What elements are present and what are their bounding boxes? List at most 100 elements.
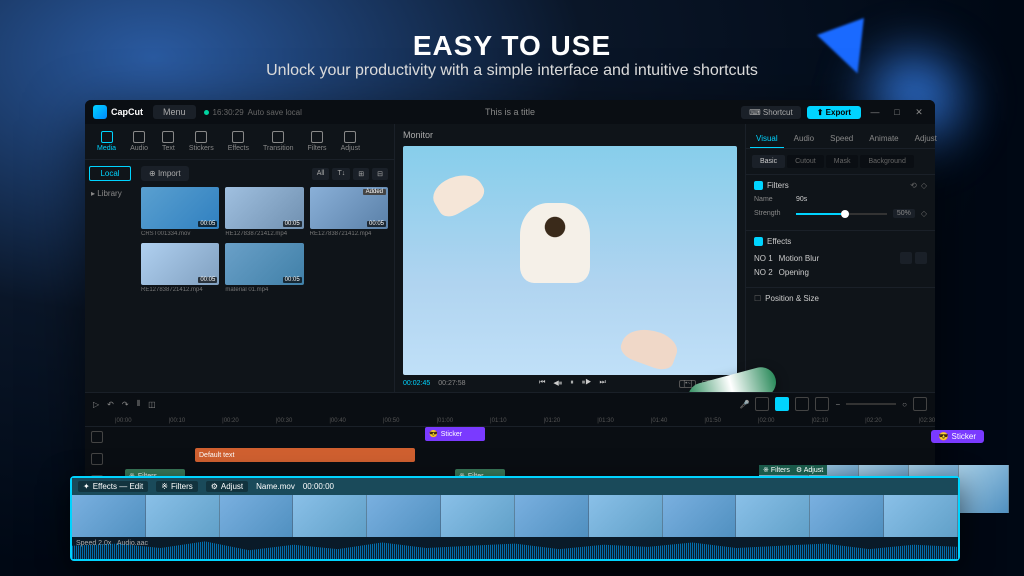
next-button[interactable]: ⏭ xyxy=(600,379,606,388)
hero-title: EASY TO USE xyxy=(413,30,611,62)
tl-option-4[interactable] xyxy=(815,397,829,411)
tab-text[interactable]: Text xyxy=(156,128,181,155)
redo-button[interactable]: ↷ xyxy=(122,400,129,409)
undo-button[interactable]: ↶ xyxy=(107,400,114,409)
tl-option-3[interactable] xyxy=(795,397,809,411)
menu-button[interactable]: Menu xyxy=(153,105,196,119)
split-tool[interactable]: ⦀ xyxy=(137,399,141,409)
monitor-panel: Monitor 00:02:45 00:27:58 ⏮ ◀⏸ ⏸ ⏸▶ ⏭ [• xyxy=(395,124,745,392)
media-icon xyxy=(101,131,113,143)
overlay-filters[interactable]: ※ Filters xyxy=(156,481,197,492)
tab-stickers[interactable]: Stickers xyxy=(183,128,220,155)
edit-icon[interactable] xyxy=(900,252,912,264)
autosave-text: Auto save local xyxy=(248,108,302,117)
time-current: 00:02:45 xyxy=(403,380,430,387)
tab-audio[interactable]: Audio xyxy=(124,128,154,155)
media-clip[interactable]: 00:05RE127838721412.mp4 xyxy=(141,243,219,293)
keyframe-icon[interactable]: ◇ xyxy=(921,181,927,190)
external-sticker-clip[interactable]: 😎 Sticker xyxy=(931,430,984,443)
select-tool[interactable]: ▷ xyxy=(93,400,99,409)
props-tab-audio[interactable]: Audio xyxy=(788,130,820,148)
zoom-in[interactable]: ○ xyxy=(902,400,907,409)
subtab-cutout[interactable]: Cutout xyxy=(787,155,824,168)
media-panel: Media Audio Text Stickers Effects Transi… xyxy=(85,124,395,392)
export-button[interactable]: ⬆ Export xyxy=(807,106,861,119)
media-clip[interactable]: Added00:05RE127838721412.mp4 xyxy=(310,187,388,237)
zoom-out[interactable]: − xyxy=(835,400,840,409)
strength-slider[interactable] xyxy=(796,213,887,215)
overlay-frames[interactable] xyxy=(72,495,958,537)
chip-all[interactable]: All xyxy=(312,168,330,180)
close-button[interactable]: ✕ xyxy=(911,107,927,118)
props-tab-adjust[interactable]: Adjust xyxy=(909,130,943,148)
ext-strip-header: ※ Filters ⚙ Adjust xyxy=(759,465,827,475)
crop-tool[interactable]: ◫ xyxy=(148,400,156,409)
autosave-status: 16:30:29 Auto save local xyxy=(204,108,302,117)
timeline-right-tools: 🎤 − ○ xyxy=(740,397,927,411)
media-clip[interactable]: 00:05CRST001334.mov xyxy=(141,187,219,237)
import-button[interactable]: ⊕ Import xyxy=(141,166,189,181)
subtab-basic[interactable]: Basic xyxy=(752,155,785,168)
monitor-preview[interactable] xyxy=(403,146,737,375)
subtab-mask[interactable]: Mask xyxy=(826,155,859,168)
step-back-button[interactable]: ◀⏸ xyxy=(553,379,562,388)
chip-grid[interactable]: ⊞ xyxy=(353,168,369,180)
text-clip[interactable]: Default text xyxy=(195,448,415,462)
tab-media[interactable]: Media xyxy=(91,128,122,155)
tab-effects[interactable]: Effects xyxy=(222,128,255,155)
shortcut-button[interactable]: ⌨ Shortcut xyxy=(741,106,801,119)
tab-transition[interactable]: Transition xyxy=(257,128,299,155)
strength-value[interactable]: 50% xyxy=(893,209,915,218)
effect-no: NO 1 xyxy=(754,254,773,263)
sticker-track-icon[interactable] xyxy=(91,431,103,443)
time-total: 00:27:58 xyxy=(438,380,465,387)
tab-adjust[interactable]: Adjust xyxy=(335,128,366,155)
timeline-ruler[interactable]: |00:00|00:10|00:20|00:30|00:40|00:50|01:… xyxy=(85,415,935,427)
overlay-adjust[interactable]: ⚙ Adjust xyxy=(206,481,248,492)
position-section: ☐Position & Size xyxy=(746,287,935,315)
app-logo: CapCut xyxy=(93,105,143,119)
adjust-icon xyxy=(344,131,356,143)
keyframe-icon[interactable]: ◇ xyxy=(921,209,927,218)
sticker-clip[interactable]: 😎 Sticker xyxy=(425,427,485,441)
play-button[interactable]: ⏸ xyxy=(570,379,574,388)
tl-fit[interactable] xyxy=(913,397,927,411)
props-tab-visual[interactable]: Visual xyxy=(750,130,784,148)
media-clip[interactable]: 00:05material 01.mp4 xyxy=(225,243,303,293)
media-tabs: Media Audio Text Stickers Effects Transi… xyxy=(85,124,394,160)
waveform xyxy=(72,537,958,559)
sidebar-library[interactable]: ▸ Library xyxy=(89,187,131,200)
text-track-icon[interactable] xyxy=(91,453,103,465)
tl-option-2[interactable] xyxy=(775,397,789,411)
props-tab-speed[interactable]: Speed xyxy=(824,130,859,148)
titlebar-actions: ⌨ Shortcut ⬆ Export — □ ✕ xyxy=(741,106,927,119)
mic-icon[interactable]: 🎤 xyxy=(740,400,750,409)
zoom-slider[interactable] xyxy=(846,403,896,405)
effect-name: Opening xyxy=(779,268,809,277)
media-clip[interactable]: 00:05RE127838721412.mp4 xyxy=(225,187,303,237)
props-subtabs: Basic Cutout Mask Background xyxy=(746,149,935,174)
preview-shoe xyxy=(618,322,682,374)
chip-sort[interactable]: T↓ xyxy=(332,168,350,180)
strength-label: Strength xyxy=(754,210,790,217)
effect-name: Motion Blur xyxy=(779,254,819,263)
effects-checkbox[interactable] xyxy=(754,237,763,246)
overlay-audio-track[interactable]: Speed 2.0x Audio.aac xyxy=(72,537,958,559)
chip-list[interactable]: ⊟ xyxy=(372,168,388,180)
props-tab-animate[interactable]: Animate xyxy=(863,130,904,148)
text-track[interactable]: Default text xyxy=(115,448,935,466)
maximize-button[interactable]: □ xyxy=(889,107,905,117)
timeline-overlay[interactable]: ✦ Effects — Edit ※ Filters ⚙ Adjust Name… xyxy=(70,476,960,561)
delete-icon[interactable] xyxy=(915,252,927,264)
overlay-effects[interactable]: ✦ Effects — Edit xyxy=(78,481,148,492)
sticker-track[interactable]: 😎 Sticker xyxy=(115,427,935,445)
sidebar-local[interactable]: Local xyxy=(89,166,131,181)
subtab-background[interactable]: Background xyxy=(860,155,913,168)
minimize-button[interactable]: — xyxy=(867,107,883,117)
tab-filters[interactable]: Filters xyxy=(302,128,333,155)
prev-button[interactable]: ⏮ xyxy=(539,379,545,388)
reset-icon[interactable]: ⟲ xyxy=(910,181,917,190)
step-fwd-button[interactable]: ⏸▶ xyxy=(582,379,592,388)
filters-checkbox[interactable] xyxy=(754,181,763,190)
tl-option-1[interactable] xyxy=(755,397,769,411)
